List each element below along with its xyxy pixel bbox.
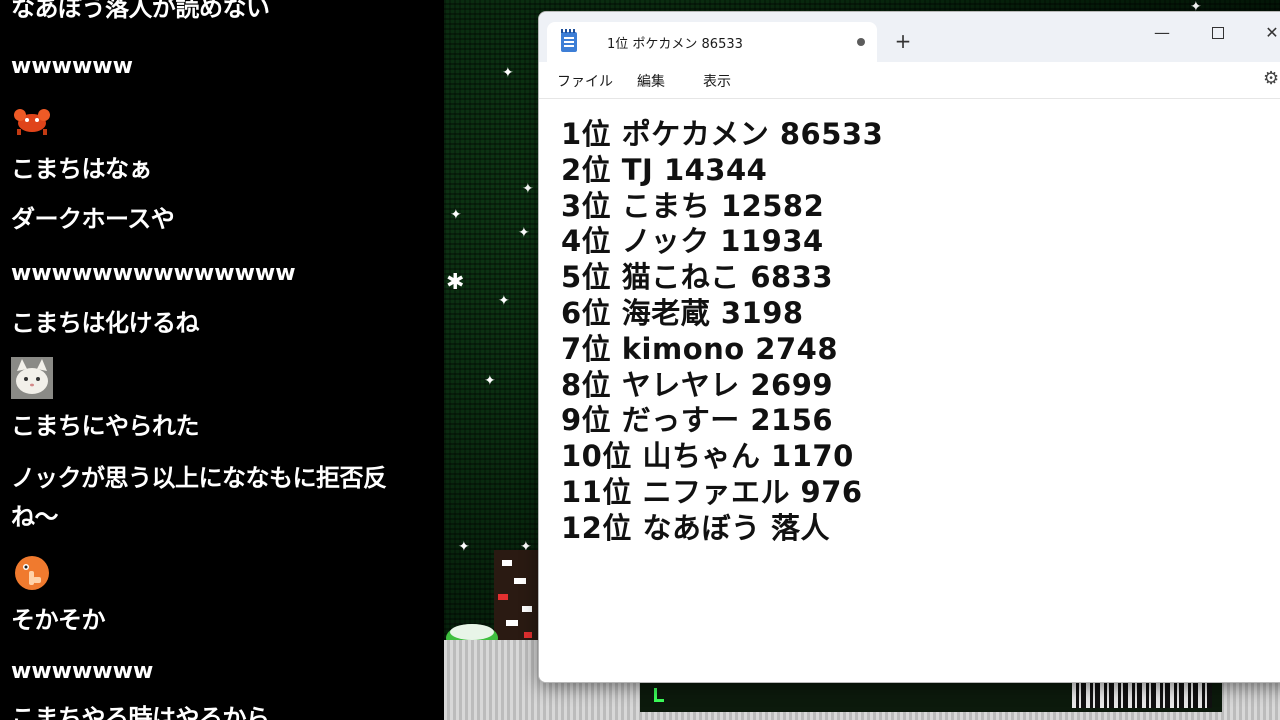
chat-message: wwwwwwwwwwwwww [11,261,296,286]
chat-message: ダークホースや [11,205,175,233]
chat-message: wwwwwww [11,659,154,684]
ranking-line: 11位 ニファエル 976 [561,474,863,509]
snowflake-icon: ✦ [450,207,462,223]
tab-title: 1位 ポケカメン 86533 [607,37,743,52]
chat-panel: なあぼう落人が読めない wwwwww こまちはなぁ ダークホースや wwwwww… [0,0,444,720]
chat-message: こまちにやられた [11,412,200,440]
chat-message: wwwwww [11,54,133,79]
editor-text: 1位 ポケカメン 86533 2位 TJ 14344 3位 こまち 12582 … [561,117,883,547]
screen: なあぼう落人が読めない wwwwww こまちはなぁ ダークホースや wwwwww… [0,0,1280,720]
snowflake-icon: ✦ [522,181,534,197]
text-editor[interactable]: 1位 ポケカメン 86533 2位 TJ 14344 3位 こまち 12582 … [539,99,1280,682]
ranking-line: 10位 山ちゃん 1170 [561,439,854,474]
chat-message: こまちやる時はやるから [11,704,270,720]
settings-gear-icon[interactable]: ⚙ [1263,70,1280,88]
ranking-line: 7位 kimono 2748 [561,331,839,366]
ranking-line: 5位 猫こねこ 6833 [561,260,834,295]
ranking-line: 8位 ヤレヤレ 2699 [561,367,834,402]
menu-bar: ファイル 編集 表示 ⚙ [539,62,1280,99]
maximize-icon [1212,27,1224,39]
notepad-app-icon [561,29,577,52]
crab-emote-icon [11,101,53,143]
chat-message: ね～ [11,503,59,531]
ranking-line: 3位 こまち 12582 [561,188,825,223]
chat-message: なあぼう落人が読めない [11,0,270,22]
chat-message: こまちはなぁ [11,155,153,183]
snowflake-icon: ✦ [502,65,514,81]
ranking-line: 12位 なあぼう 落人 [561,510,831,545]
ranking-line: 4位 ノック 11934 [561,224,824,259]
chat-message: ノックが思う以上にななもに拒否反 [11,464,387,492]
menu-view[interactable]: 表示 [703,71,731,91]
cat-emote-icon [11,357,53,399]
snowflake-icon: ✦ [518,225,530,241]
game-bottom-bar [640,680,1222,712]
menu-edit[interactable]: 編集 [637,71,665,91]
minimize-button[interactable]: — [1139,18,1185,48]
document-tab[interactable]: 1位 ポケカメン 86533 [547,22,877,62]
menu-file[interactable]: ファイル [557,71,613,91]
title-bar[interactable]: 1位 ポケカメン 86533 + — ✕ [539,12,1280,62]
ranking-line: 2位 TJ 14344 [561,152,768,187]
chat-message: こまちは化けるね [11,309,200,337]
maximize-button[interactable] [1195,18,1241,48]
pointing-blob-emote-icon [11,551,53,593]
corner-mark-icon [654,688,664,702]
notepad-window[interactable]: 1位 ポケカメン 86533 + — ✕ ファイル 編集 表示 ⚙ 1位 ポケカ… [538,11,1280,683]
snowflake-icon: ✦ [498,293,510,309]
qr-code-icon [1072,682,1212,708]
close-button[interactable]: ✕ [1249,18,1280,48]
new-tab-button[interactable]: + [891,29,915,53]
unsaved-indicator-icon[interactable] [857,38,865,46]
ranking-line: 6位 海老蔵 3198 [561,295,804,330]
snowflake-icon: ✱ [446,270,465,295]
snowflake-icon: ✦ [484,373,496,389]
chat-message: そかそか [11,606,106,634]
ranking-line: 9位 だっすー 2156 [561,403,834,438]
ranking-line: 1位 ポケカメン 86533 [561,117,884,151]
